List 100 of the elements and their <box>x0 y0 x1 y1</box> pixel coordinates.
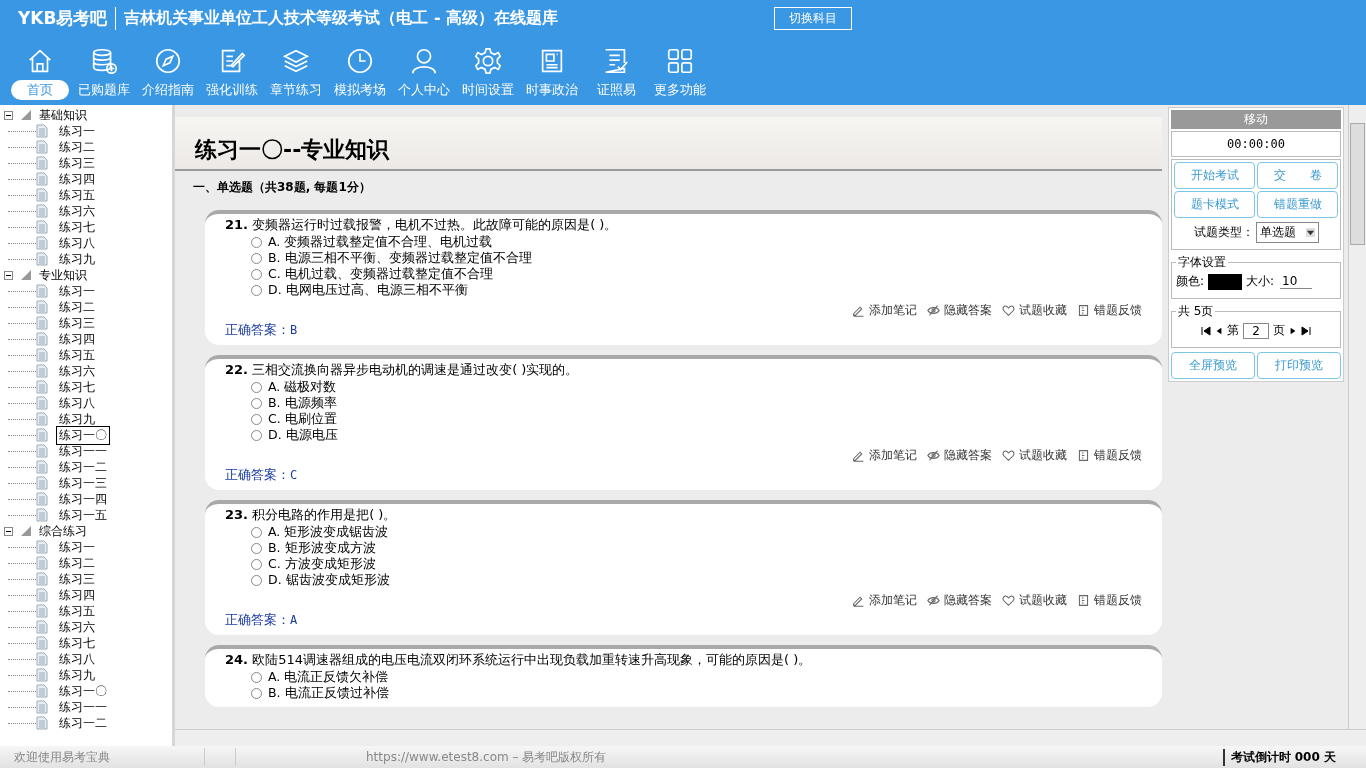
document-icon[interactable] <box>1077 449 1090 462</box>
action-link[interactable]: 添加笔记 <box>869 592 917 609</box>
option-label[interactable]: C. 电刷位置 <box>268 410 337 428</box>
radio-button[interactable] <box>251 574 262 586</box>
option-label[interactable]: A. 磁极对数 <box>268 378 337 396</box>
action-link[interactable]: 添加笔记 <box>869 302 917 319</box>
radio-button[interactable] <box>251 526 262 538</box>
radio-button[interactable] <box>251 381 262 393</box>
clock-icon[interactable] <box>345 46 375 76</box>
document-icon <box>36 716 48 730</box>
document-icon <box>36 540 48 554</box>
document-icon <box>36 684 48 698</box>
action-link[interactable]: 试题收藏 <box>1019 447 1067 464</box>
option-label[interactable]: A. 电流正反馈欠补偿 <box>268 668 389 686</box>
heart-icon[interactable] <box>1002 594 1015 607</box>
radio-button[interactable] <box>251 687 262 699</box>
document-icon <box>36 204 48 218</box>
action-link[interactable]: 错题反馈 <box>1094 592 1142 609</box>
vertical-scrollbar[interactable] <box>1348 105 1366 729</box>
option-label[interactable]: B. 矩形波变成方波 <box>268 539 376 557</box>
eye-slash-icon[interactable] <box>927 304 940 317</box>
radio-button[interactable] <box>251 268 262 280</box>
heart-icon[interactable] <box>1002 304 1015 317</box>
radio-button[interactable] <box>251 671 262 683</box>
timer: 00:00:00 <box>1171 131 1341 157</box>
option-label[interactable]: D. 锯齿波变成矩形波 <box>268 571 390 589</box>
option-label[interactable]: A. 矩形波变成锯齿波 <box>268 523 389 541</box>
size-field[interactable]: 10 <box>1280 274 1313 289</box>
tree-group[interactable]: 专业知识 <box>39 266 87 284</box>
document-icon[interactable] <box>1077 594 1090 607</box>
radio-button[interactable] <box>251 429 262 441</box>
previous-page-icon[interactable] <box>1215 325 1224 336</box>
option-label[interactable]: C. 方波变成矩形波 <box>268 555 376 573</box>
grid-icon[interactable] <box>665 46 695 76</box>
tree-item[interactable]: 练习一〇 <box>56 425 110 445</box>
document-icon <box>36 300 48 314</box>
option-label[interactable]: D. 电源电压 <box>268 426 338 444</box>
document-icon <box>36 572 48 586</box>
action-link[interactable]: 试题收藏 <box>1019 302 1067 319</box>
user-icon[interactable] <box>409 46 439 76</box>
document-icon <box>36 444 48 458</box>
document-icon <box>36 508 48 522</box>
option-label[interactable]: D. 电网电压过高、电源三相不平衡 <box>268 281 468 299</box>
option-label[interactable]: B. 电流正反馈过补偿 <box>268 684 389 702</box>
action-link[interactable]: 添加笔记 <box>869 447 917 464</box>
tree-group[interactable]: 基础知识 <box>39 106 87 124</box>
radio-button[interactable] <box>251 236 262 248</box>
radio-button[interactable] <box>251 397 262 409</box>
tree-group[interactable]: 综合练习 <box>39 522 87 540</box>
page-suffix: 页 <box>1272 322 1285 339</box>
first-page-icon[interactable] <box>1201 325 1212 336</box>
option-label[interactable]: B. 电源三相不平衡、变频器过载整定值不合理 <box>268 249 532 267</box>
correct-answer: 正确答案：A <box>225 611 299 629</box>
next-page-icon[interactable] <box>1288 325 1297 336</box>
action-link[interactable]: 错题反馈 <box>1094 447 1142 464</box>
option-label[interactable]: A. 变频器过载整定值不合理、电机过载 <box>268 233 493 251</box>
radio-button[interactable] <box>251 413 262 425</box>
document-icon <box>36 332 48 346</box>
pencil-icon[interactable] <box>852 449 865 462</box>
type-label: 试题类型： <box>1193 224 1254 241</box>
pencil-icon[interactable] <box>852 594 865 607</box>
type-select[interactable]: 单选题 <box>1255 222 1319 243</box>
page-field[interactable]: 2 <box>1243 322 1269 339</box>
dropdown-arrow-icon[interactable] <box>1305 228 1315 237</box>
heart-icon[interactable] <box>1002 449 1015 462</box>
last-page-icon[interactable] <box>1300 325 1311 336</box>
document-icon <box>36 188 48 202</box>
welcome-text: 欢迎使用易考宝典 <box>13 748 111 766</box>
collapse-toggle[interactable] <box>4 270 13 280</box>
color-swatch[interactable] <box>1208 273 1243 290</box>
radio-button[interactable] <box>251 284 262 296</box>
question-text: 21. 变频器运行时过载报警，电机不过热。此故障可能的原因是( )。 <box>225 216 619 234</box>
option-label[interactable]: C. 电机过载、变频器过载整定值不合理 <box>268 265 493 283</box>
radio-button[interactable] <box>251 252 262 264</box>
document-icon[interactable] <box>1077 304 1090 317</box>
triangle-icon <box>21 526 31 536</box>
document-icon <box>36 476 48 490</box>
action-link[interactable]: 隐藏答案 <box>944 302 992 319</box>
document-icon <box>36 588 48 602</box>
collapse-toggle[interactable] <box>4 526 13 536</box>
radio-button[interactable] <box>251 542 262 554</box>
horizontal-scrollbar[interactable] <box>175 729 1366 746</box>
action-link[interactable]: 试题收藏 <box>1019 592 1067 609</box>
document-icon <box>36 604 48 618</box>
compass-icon[interactable] <box>153 46 183 76</box>
collapse-toggle[interactable] <box>4 110 13 120</box>
eye-slash-icon[interactable] <box>927 594 940 607</box>
option-label[interactable]: B. 电源频率 <box>268 394 337 412</box>
action-link[interactable]: 错题反馈 <box>1094 302 1142 319</box>
action-link[interactable]: 隐藏答案 <box>944 447 992 464</box>
document-icon <box>36 412 48 426</box>
gear-icon[interactable] <box>473 46 503 76</box>
pencil-icon[interactable] <box>852 304 865 317</box>
eye-slash-icon[interactable] <box>927 449 940 462</box>
document-icon <box>36 636 48 650</box>
document-icon <box>36 172 48 186</box>
radio-button[interactable] <box>251 558 262 570</box>
action-link[interactable]: 隐藏答案 <box>944 592 992 609</box>
document-icon <box>36 348 48 362</box>
document-icon <box>36 428 48 442</box>
